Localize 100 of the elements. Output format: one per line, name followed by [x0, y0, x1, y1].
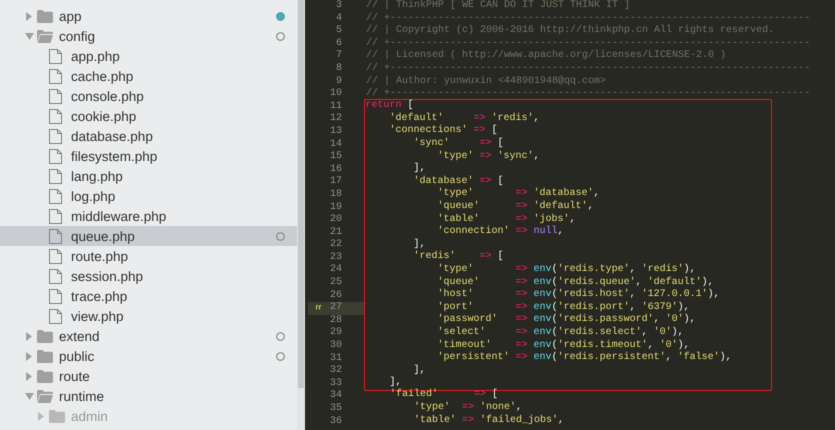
file-item[interactable]: lang.php	[0, 166, 297, 186]
line-number: 31	[328, 352, 343, 365]
file-icon	[49, 108, 62, 124]
code-line: 'connections' => [	[388, 125, 499, 138]
folder-item[interactable]: app	[0, 6, 297, 26]
folder-item[interactable]: public	[0, 346, 297, 366]
file-icon	[49, 128, 62, 144]
collapsed-arrow-icon	[26, 352, 32, 360]
line-number: 12	[328, 113, 343, 126]
code-line: return [	[365, 100, 415, 112]
line-number: 32	[328, 365, 343, 378]
code-line: // +----------------------------------------------------------------------	[365, 88, 812, 100]
code-line: // | ThinkPHP [ WE CAN DO IT JUST THINK IT ]	[365, 0, 632, 12]
folder-item[interactable]: extend	[0, 326, 297, 346]
line-number: 20	[328, 214, 343, 227]
code-line: 'default' => 'redis',	[388, 112, 541, 124]
change-marker-icon	[316, 305, 322, 310]
file-icon	[49, 228, 62, 244]
line-number: 28	[328, 314, 343, 327]
expanded-arrow-icon	[24, 32, 34, 40]
line-number: 27	[308, 302, 364, 315]
line-number: 23	[328, 252, 343, 264]
file-item[interactable]: middleware.php	[0, 206, 297, 226]
line-number: 18	[328, 188, 343, 202]
code-line: 'table' => 'failed_jobs',	[413, 414, 566, 428]
collapsed-arrow-icon	[26, 372, 32, 380]
code-line: ],	[412, 238, 427, 250]
line-number: 24	[328, 264, 343, 277]
file-item[interactable]: filesystem.php	[0, 146, 297, 166]
code-line: 'table' => 'jobs',	[436, 214, 577, 226]
file-item[interactable]: view.php	[0, 306, 297, 326]
folder-item[interactable]: runtime	[0, 386, 297, 406]
file-item[interactable]: session.php	[0, 266, 297, 286]
line-number: 11	[328, 100, 343, 113]
line-number: 26	[328, 290, 343, 302]
code-line: 'queue' => 'default',	[436, 201, 595, 214]
collapsed-arrow-icon	[26, 12, 32, 20]
open-folder-icon	[37, 30, 53, 42]
file-item[interactable]: database.php	[0, 126, 297, 146]
folder-item[interactable]: config	[0, 26, 297, 46]
folder-icon	[49, 410, 65, 422]
line-number: 15	[328, 151, 343, 164]
file-item[interactable]: app.php	[0, 46, 297, 66]
line-number: 17	[328, 176, 343, 189]
collapsed-arrow-icon	[38, 412, 44, 420]
code-line: 'type' => 'none',	[413, 402, 524, 414]
code-line: 'password' => env('redis.password', '0'),	[436, 314, 697, 326]
code-line: ],	[388, 377, 403, 388]
file-item[interactable]: cookie.php	[0, 106, 297, 126]
code-line: // +----------------------------------------------------------------------	[365, 12, 812, 24]
file-item[interactable]: console.php	[0, 86, 297, 106]
file-item[interactable]: queue.php	[0, 226, 297, 246]
file-icon	[49, 48, 62, 64]
line-number: 13	[328, 126, 343, 139]
line-number: 34	[328, 390, 343, 403]
code-line: 'database' => [	[412, 176, 505, 188]
line-number: 19	[328, 202, 343, 214]
code-line: 'failed' => [	[389, 389, 500, 402]
code-line: 'persistent' => env('redis.persistent', 'false'),	[436, 352, 733, 365]
line-number: 35	[328, 403, 343, 416]
code-line: 'host' => env('redis.host', '127.0.0.1'),	[436, 289, 721, 302]
file-item[interactable]: cache.php	[0, 66, 297, 86]
code-line: 'type' => env('redis.type', 'redis'),	[436, 264, 697, 276]
line-number: 4	[334, 12, 343, 25]
file-icon	[49, 88, 62, 104]
code-line: // | Licensed ( http://www.apache.org/licenses/LICENSE-2.0 )	[365, 50, 728, 62]
code-line: 'redis' => [	[412, 251, 505, 264]
line-number: 22	[328, 239, 343, 252]
file-item[interactable]: route.php	[0, 246, 297, 266]
folder-icon	[37, 350, 53, 362]
line-number: 29	[328, 327, 343, 340]
line-number: 25	[328, 277, 343, 290]
code-line: // +----------------------------------------------------------------------	[365, 38, 812, 50]
code-line: 'sync' => [	[412, 138, 505, 150]
file-item[interactable]: trace.php	[0, 286, 297, 306]
expanded-arrow-icon	[24, 392, 34, 400]
line-number: 14	[328, 138, 343, 151]
line-number: 21	[328, 226, 343, 239]
file-icon	[49, 208, 62, 224]
code-line: // | Copyright (c) 2006-2016 http://thinkphp.cn All rights reserved.	[365, 25, 776, 38]
code-line: // +----------------------------------------------------------------------	[365, 62, 812, 76]
code-line: 'queue' => env('redis.queue', 'default'),	[436, 276, 715, 288]
code-line: 'timeout' => env('redis.timeout', '0'),	[436, 340, 691, 352]
folder-item[interactable]: route	[0, 366, 297, 386]
collapsed-arrow-icon	[26, 332, 32, 340]
file-icon	[49, 148, 62, 164]
file-icon	[49, 268, 62, 284]
code-line: 'select' => env('redis.select', '0'),	[436, 326, 685, 340]
file-icon	[49, 308, 62, 324]
file-item[interactable]: log.php	[0, 186, 297, 206]
code-line: 'type' => 'database',	[436, 188, 601, 200]
code-line: // | Author: yunwuxin <448901948@qq.com>	[365, 76, 608, 88]
scrollbar[interactable]	[297, 0, 305, 430]
line-number: 9	[334, 76, 343, 88]
file-icon	[49, 168, 62, 184]
file-icon	[49, 248, 62, 264]
file-icon	[49, 288, 62, 304]
open-folder-icon	[37, 390, 53, 402]
code-line: ],	[412, 163, 427, 176]
code-line: 'type' => 'sync',	[436, 150, 541, 164]
